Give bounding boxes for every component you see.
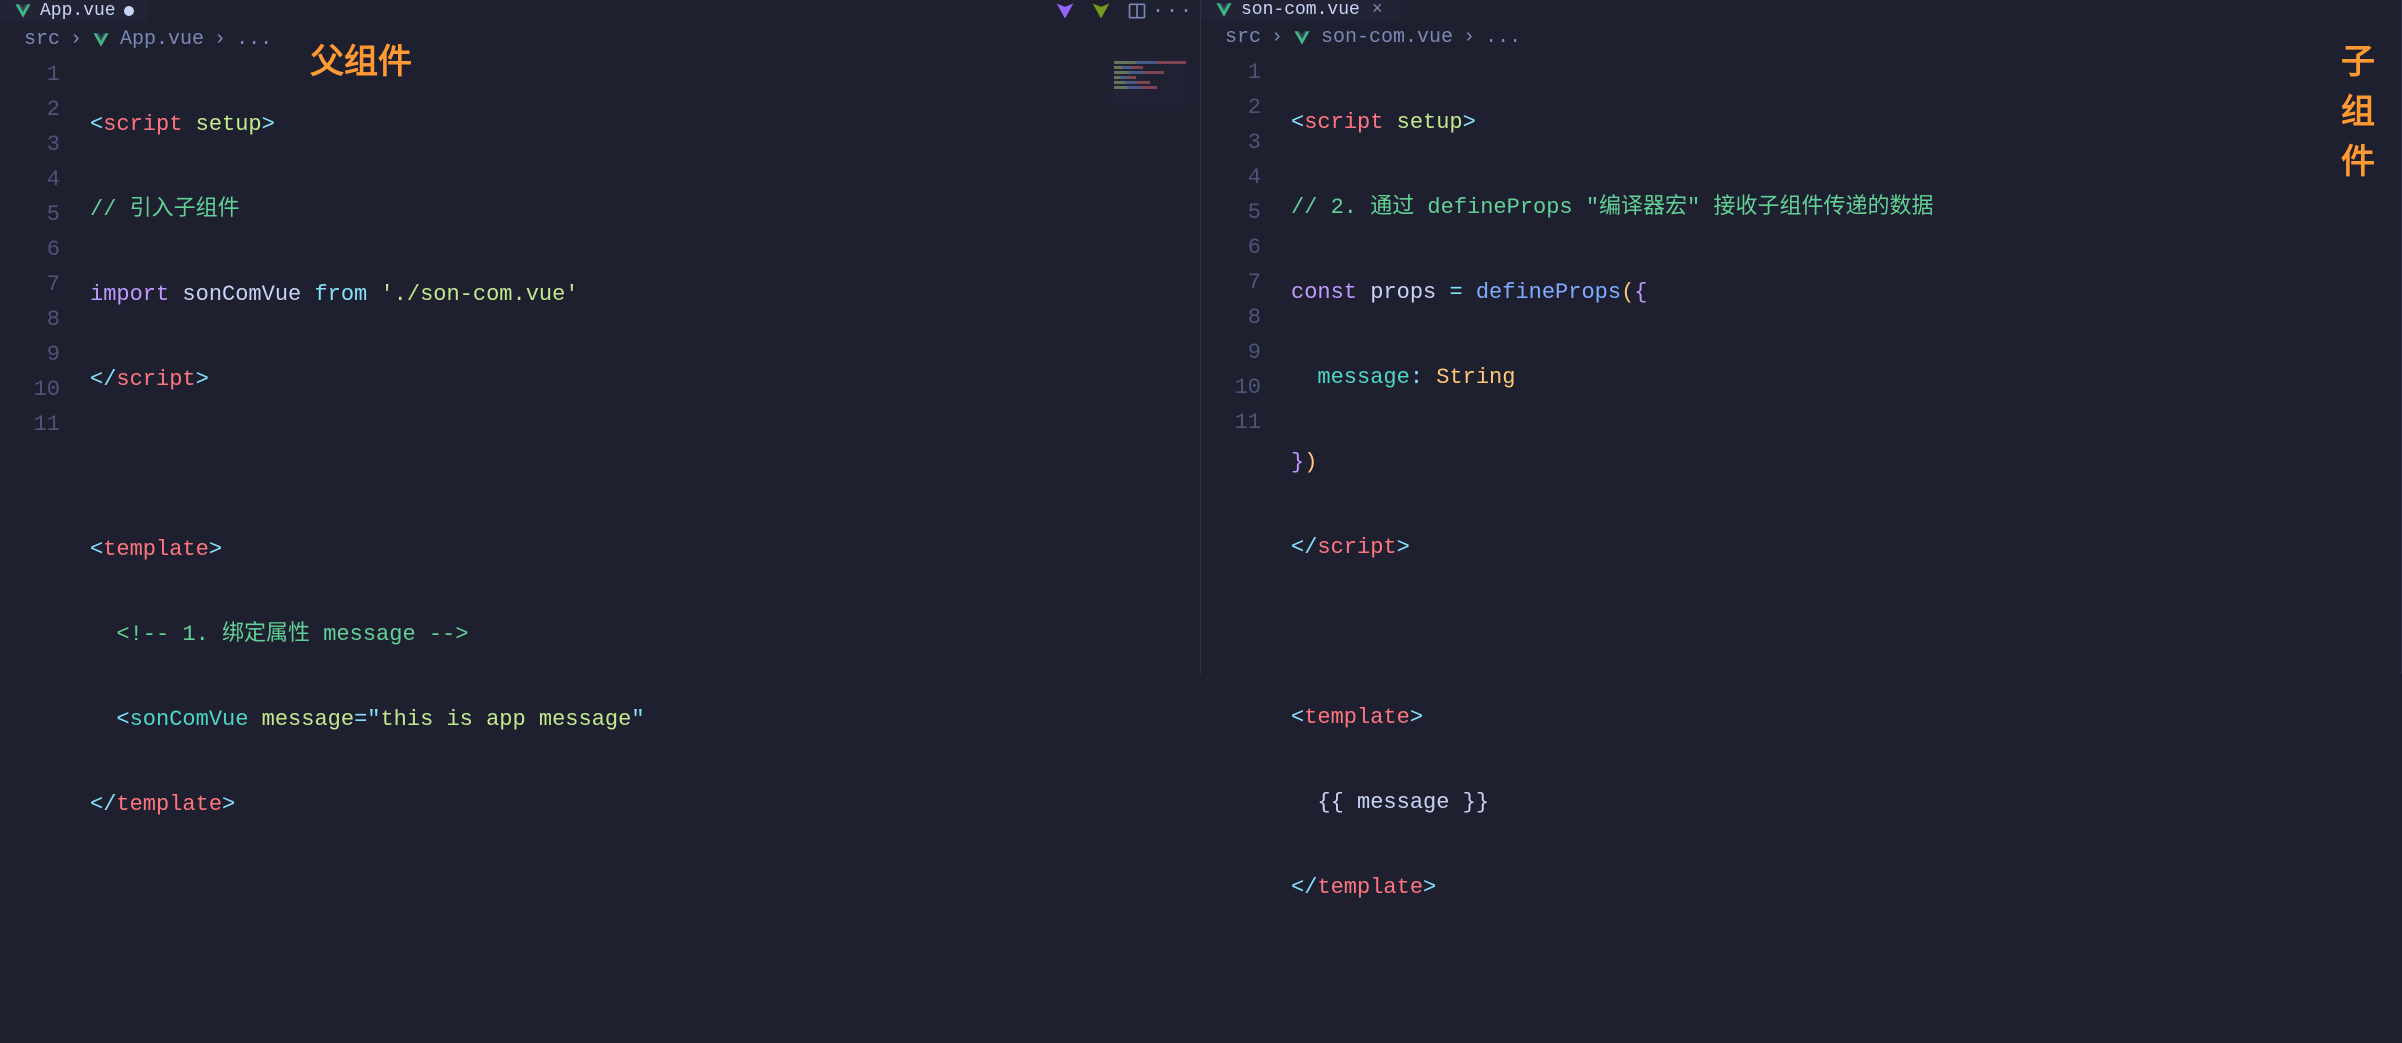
line-number: 6: [0, 232, 60, 267]
line-number: 5: [0, 197, 60, 232]
breadcrumb-folder: src: [24, 28, 60, 51]
line-number: 4: [1201, 160, 1261, 195]
breadcrumb-folder: src: [1225, 26, 1261, 49]
vue-icon: [1293, 29, 1311, 47]
line-number: 11: [1201, 405, 1261, 440]
editor-pane-left: 父组件 App.vue ··· src › App.vue: [0, 0, 1201, 674]
editor-pane-right: 子组件 son-com.vue × src › son-com.vue › ..…: [1201, 0, 2402, 674]
vue-icon: [1215, 1, 1233, 19]
annotation-parent: 父组件: [310, 34, 412, 84]
line-gutter: 1 2 3 4 5 6 7 8 9 10 11: [0, 57, 90, 1042]
line-gutter: 1 2 3 4 5 6 7 8 9 10 11: [1201, 55, 1291, 1040]
close-icon[interactable]: ×: [1368, 0, 1387, 20]
annotation-child: 子组件: [2341, 34, 2401, 184]
tab-app-vue[interactable]: App.vue: [0, 0, 148, 22]
line-number: 3: [1201, 125, 1261, 160]
breadcrumb[interactable]: src › son-com.vue › ...: [1201, 20, 2401, 55]
breadcrumb-file: App.vue: [120, 28, 204, 51]
tab-actions: ···: [1038, 0, 1200, 22]
tab-bar: App.vue ···: [0, 0, 1200, 22]
line-number: 4: [0, 162, 60, 197]
code-editor[interactable]: 1 2 3 4 5 6 7 8 9 10 11 <script setup> /…: [1201, 55, 2401, 1040]
breadcrumb-trail: ...: [236, 28, 272, 51]
line-number: 7: [1201, 265, 1261, 300]
breadcrumb-file: son-com.vue: [1321, 26, 1453, 49]
breadcrumb-trail: ...: [1485, 26, 1521, 49]
line-number: 7: [0, 267, 60, 302]
split-editor-icon[interactable]: [1126, 0, 1148, 22]
line-number: 2: [0, 92, 60, 127]
line-number: 1: [0, 57, 60, 92]
line-number: 3: [0, 127, 60, 162]
line-number: 1: [1201, 55, 1261, 90]
tab-label: son-com.vue: [1241, 0, 1360, 20]
code-editor[interactable]: 1 2 3 4 5 6 7 8 9 10 11 <script setup> /…: [0, 57, 1200, 1042]
tab-bar: son-com.vue ×: [1201, 0, 2401, 20]
vue-icon: [92, 31, 110, 49]
line-number: 11: [0, 407, 60, 442]
chevron-right-icon: ›: [1271, 26, 1283, 49]
minimap[interactable]: [1110, 57, 1190, 107]
line-number: 8: [0, 302, 60, 337]
modified-indicator-icon: [124, 6, 134, 16]
line-number: 2: [1201, 90, 1261, 125]
code-content[interactable]: <script setup> // 引入子组件 import sonComVue…: [90, 57, 1200, 1042]
tab-son-com-vue[interactable]: son-com.vue ×: [1201, 0, 1401, 20]
vitest-icon[interactable]: [1090, 0, 1112, 22]
more-actions-icon[interactable]: ···: [1162, 0, 1184, 22]
chevron-right-icon: ›: [70, 28, 82, 51]
chevron-right-icon: ›: [214, 28, 226, 51]
breadcrumb[interactable]: src › App.vue › ...: [0, 22, 1200, 57]
line-number: 10: [1201, 370, 1261, 405]
chevron-right-icon: ›: [1463, 26, 1475, 49]
vue-icon: [14, 2, 32, 20]
line-number: 6: [1201, 230, 1261, 265]
line-number: 9: [1201, 335, 1261, 370]
line-number: 10: [0, 372, 60, 407]
code-content[interactable]: <script setup> // 2. 通过 defineProps "编译器…: [1291, 55, 2401, 1040]
line-number: 8: [1201, 300, 1261, 335]
line-number: 5: [1201, 195, 1261, 230]
tab-label: App.vue: [40, 1, 116, 21]
vite-icon[interactable]: [1054, 0, 1076, 22]
line-number: 9: [0, 337, 60, 372]
